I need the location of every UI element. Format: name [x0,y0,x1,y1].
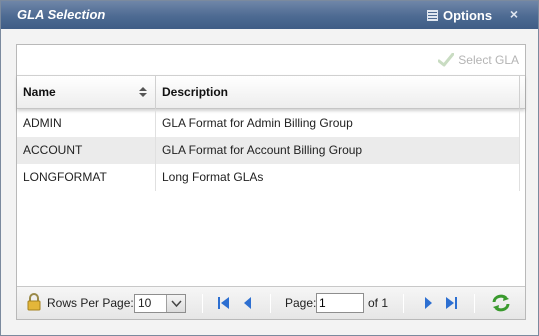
cell-name: LONGFORMAT [17,164,156,191]
pager-bar: Rows Per Page: 10 Page: of 1 [17,286,525,319]
pager-divider [270,294,271,313]
chevron-down-icon[interactable] [166,295,185,312]
first-page-icon[interactable] [217,296,231,310]
cell-name: ADMIN [17,110,156,137]
page-label: Page: [285,296,317,310]
gla-selection-dialog: GLA Selection Options × Select GLA Name [0,0,539,336]
options-button[interactable]: Options [427,6,492,24]
next-page-icon[interactable] [421,296,435,310]
sort-icon[interactable] [138,86,148,98]
column-header-description-label: Description [162,85,229,99]
column-header-description[interactable]: Description [156,76,520,109]
select-gla-button[interactable]: Select GLA [438,53,519,67]
cell-name: ACCOUNT [17,137,156,164]
grid-header: Name Description [17,75,525,109]
pager-divider [202,294,203,313]
checkmark-icon [438,53,455,67]
cell-description: Long Format GLAs [156,164,520,191]
lock-icon[interactable] [26,293,42,311]
list-icon [427,9,438,21]
pager-divider [474,294,475,313]
refresh-icon[interactable] [491,294,511,312]
dialog-titlebar[interactable]: GLA Selection Options × [1,1,538,29]
rows-per-page-value: 10 [138,296,152,310]
dialog-title: GLA Selection [17,7,106,22]
cell-description: GLA Format for Account Billing Group [156,137,520,164]
last-page-icon[interactable] [444,296,458,310]
table-row[interactable]: ADMIN GLA Format for Admin Billing Group [17,110,520,137]
rows-per-page-label: Rows Per Page: [47,296,134,310]
table-row[interactable]: LONGFORMAT Long Format GLAs [17,164,520,191]
column-header-name-label: Name [23,85,56,99]
rows-per-page-select[interactable]: 10 [134,294,186,313]
previous-page-icon[interactable] [241,296,255,310]
column-header-name[interactable]: Name [17,76,156,109]
grid-toolbar: Select GLA [17,45,525,75]
page-count-label: of 1 [368,296,389,310]
select-gla-label: Select GLA [458,53,519,67]
table-row[interactable]: ACCOUNT GLA Format for Account Billing G… [17,137,520,164]
options-label: Options [443,7,493,23]
gla-grid-panel: Select GLA Name Description ADMIN GLA Fo… [16,44,526,320]
close-icon[interactable]: × [507,6,521,22]
page-number-input[interactable] [316,293,364,313]
cell-description: GLA Format for Admin Billing Group [156,110,520,137]
pager-divider [403,294,404,313]
